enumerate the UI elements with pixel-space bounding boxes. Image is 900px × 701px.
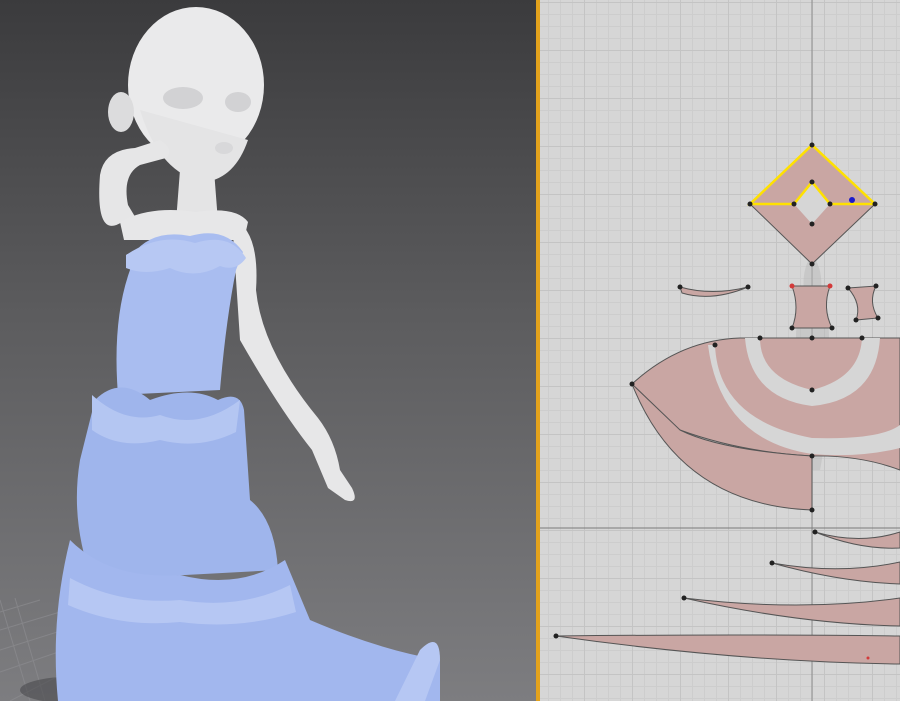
right-eye-icon <box>225 92 251 112</box>
pattern-piece-ruffle-1[interactable] <box>814 531 900 549</box>
3d-scene <box>0 7 440 701</box>
2d-pattern-view[interactable] <box>540 0 900 701</box>
pattern-piece-ruffle-4[interactable] <box>555 634 900 665</box>
pattern-piece-ruffle-2[interactable] <box>771 561 900 585</box>
pattern-piece-bodice-front[interactable] <box>791 285 833 329</box>
selected-point[interactable] <box>849 197 855 203</box>
avatar-lips <box>215 142 233 154</box>
pattern-piece-diamond[interactable] <box>746 143 879 265</box>
pattern-piece-bodice-back[interactable] <box>846 285 879 321</box>
avatar-ear <box>108 92 134 132</box>
pattern-piece-ruffle-3[interactable] <box>683 597 900 627</box>
pattern-piece-strap[interactable] <box>679 286 749 297</box>
avatar-right-arm <box>232 218 355 502</box>
3d-viewport[interactable] <box>0 0 536 701</box>
pattern-canvas <box>540 0 900 701</box>
left-eye-icon <box>163 87 203 109</box>
